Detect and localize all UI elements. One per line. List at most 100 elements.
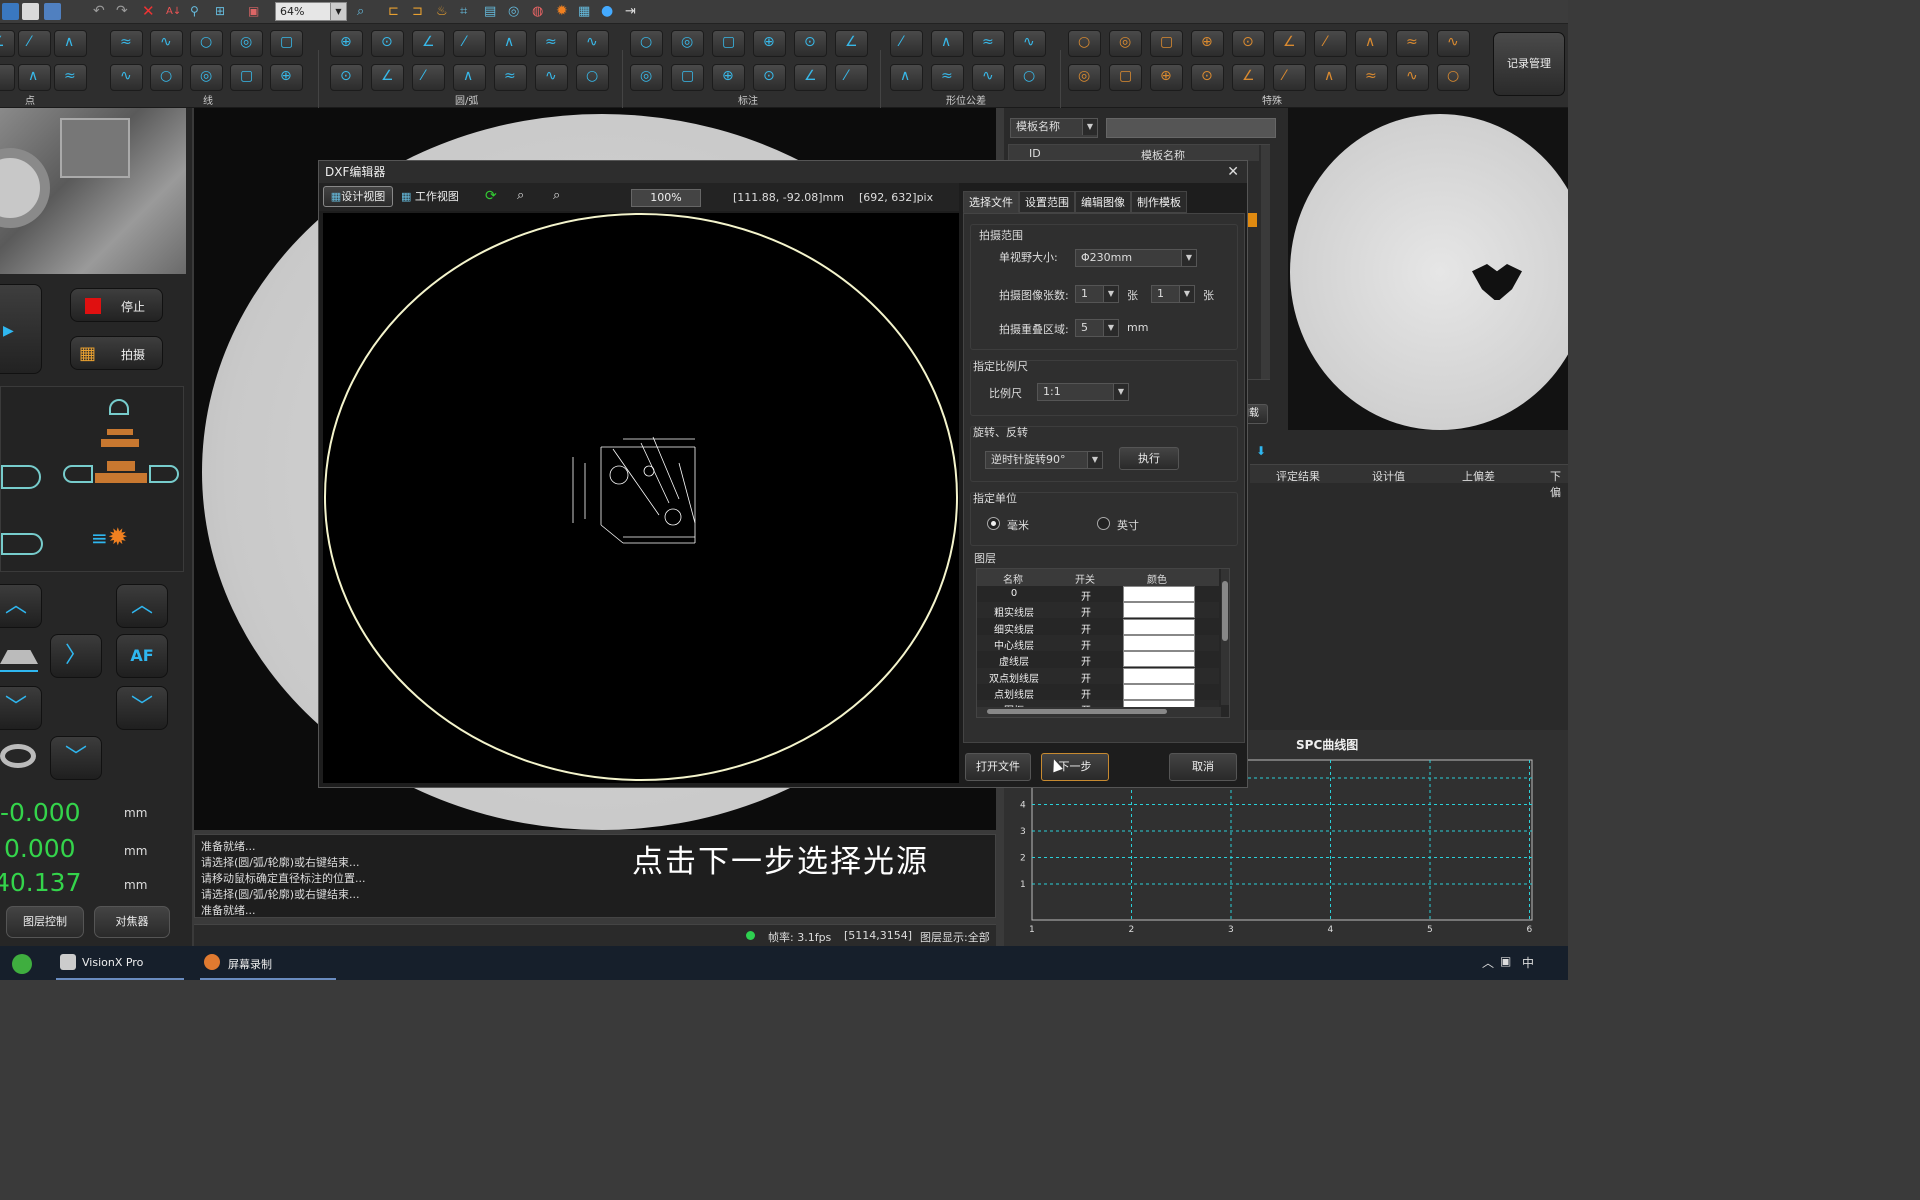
zoom-in-icon[interactable]: ⌕ [517, 188, 524, 203]
up-small-button[interactable]: ︿ [0, 584, 42, 628]
design-view-button[interactable]: ▦设计视图 [323, 186, 393, 207]
ribbon-tool-button[interactable]: ∧ [18, 64, 51, 91]
ribbon-tool-button[interactable]: ⊙ [371, 30, 404, 57]
layer-row[interactable]: 虚线层 开 [977, 651, 1219, 668]
tray-up-icon[interactable]: ︿ [1482, 954, 1494, 971]
zoom-fit-icon[interactable]: ⌕ [357, 3, 374, 20]
ribbon-tool-button[interactable]: ○ [1437, 64, 1470, 91]
fov-select[interactable]: Φ230mm ▼ [1075, 249, 1197, 267]
work-view-button[interactable]: ▦ 工作视图 [401, 188, 459, 207]
unit-inch-radio[interactable] [1097, 517, 1110, 530]
ribbon-tool-button[interactable]: ≈ [931, 64, 964, 91]
rotate-select[interactable]: 逆时针旋转90° ▼ [985, 451, 1103, 469]
ribbon-tool-button[interactable]: ≈ [494, 64, 527, 91]
light-icon[interactable]: ♨ [436, 3, 453, 20]
grid-icon[interactable]: ⊞ [215, 3, 232, 20]
light-settings-icon[interactable]: ≡✹ [91, 523, 141, 559]
focus-button[interactable]: 对焦器 [94, 906, 170, 938]
ribbon-tool-button[interactable]: ≈ [1355, 64, 1388, 91]
layer-color-swatch[interactable] [1123, 667, 1195, 684]
layer-color-swatch[interactable] [1123, 602, 1195, 619]
layer-switch[interactable]: 开 [1051, 588, 1121, 603]
ribbon-tool-button[interactable]: ⁄ [835, 64, 868, 91]
edit-icon[interactable] [22, 3, 39, 20]
overlap-select[interactable]: 5 ▼ [1075, 319, 1119, 337]
settings-icon[interactable]: ✹ [556, 3, 573, 20]
ribbon-tool-button[interactable]: ≈ [972, 30, 1005, 57]
zoom-out-icon[interactable]: ⌕ [553, 188, 560, 203]
autofocus-button[interactable]: AF [116, 634, 168, 678]
ribbon-tool-button[interactable]: ▢ [1150, 30, 1183, 57]
taskbar-app-visionx[interactable]: VisionX Pro [56, 946, 184, 980]
ribbon-tool-button[interactable]: ⁄ [18, 30, 51, 57]
stage-icon[interactable] [0, 644, 40, 680]
tools-icon[interactable]: ▦ [578, 3, 595, 20]
ime-indicator[interactable]: 中 [1522, 954, 1534, 971]
layer-color-swatch[interactable] [1123, 683, 1195, 700]
image-icon[interactable]: ▣ [248, 3, 265, 20]
unit-mm-radio[interactable] [987, 517, 1000, 530]
ribbon-tool-button[interactable]: ◎ [671, 30, 704, 57]
execute-button[interactable]: 执行 [1119, 447, 1179, 470]
layer-row[interactable]: 0开 [977, 586, 1219, 603]
ribbon-tool-button[interactable]: ⊙ [794, 30, 827, 57]
right-button[interactable]: 〉 [50, 634, 102, 678]
ribbon-tool-button[interactable]: ⊙ [753, 64, 786, 91]
stop-button[interactable]: 停止 [70, 288, 163, 322]
record-management-button[interactable]: 记录管理 [1493, 32, 1565, 96]
ribbon-tool-button[interactable]: ∧ [1355, 30, 1388, 57]
earth-icon[interactable]: ● [601, 3, 618, 20]
ribbon-tool-button[interactable]: ∠ [412, 30, 445, 57]
layer-row[interactable]: 双点划线层开 [977, 667, 1219, 685]
layer-row[interactable]: 点划线层 开 [977, 683, 1219, 701]
ribbon-tool-button[interactable]: ○ [630, 30, 663, 57]
layer-row[interactable]: 粗实线层 开 [977, 602, 1219, 619]
ribbon-tool-button[interactable]: ⊕ [712, 64, 745, 91]
layer-switch[interactable]: 开 [1051, 653, 1121, 668]
scale-select[interactable]: 1:1 ▼ [1037, 383, 1129, 401]
ribbon-tool-button[interactable]: ⁄ [1273, 64, 1306, 91]
start-icon[interactable] [12, 954, 32, 974]
ribbon-tool-button[interactable]: ◎ [1109, 30, 1142, 57]
coaxial-light-icon[interactable] [97, 399, 143, 449]
ribbon-tool-button[interactable]: ∠ [371, 64, 404, 91]
zoom-select[interactable]: 64% ▼ [275, 2, 347, 21]
layer-color-swatch[interactable] [1123, 634, 1195, 651]
template-search-input[interactable] [1106, 118, 1276, 138]
capture-region-icon[interactable]: ⌗ [460, 3, 477, 20]
ribbon-tool-button[interactable]: ○ [150, 64, 183, 91]
tab-select-file[interactable]: 选择文件 [963, 191, 1019, 213]
print-icon[interactable] [44, 3, 61, 20]
ribbon-tool-button[interactable]: ∿ [972, 64, 1005, 91]
ribbon-tool-button[interactable]: ∿ [110, 64, 143, 91]
ribbon-tool-button[interactable]: ∧ [890, 64, 923, 91]
template-field-select[interactable]: 模板名称 ▼ [1010, 118, 1098, 138]
ribbon-tool-button[interactable]: ≈ [1396, 30, 1429, 57]
expand-arrow-icon[interactable]: ⬇ [1256, 444, 1266, 458]
cancel-button[interactable]: 取消 [1169, 753, 1237, 781]
ribbon-tool-button[interactable]: ▢ [1109, 64, 1142, 91]
ribbon-tool-button[interactable]: ∿ [535, 64, 568, 91]
ribbon-tool-button[interactable]: ∧ [494, 30, 527, 57]
ribbon-tool-button[interactable]: ⊕ [270, 64, 303, 91]
up-button[interactable]: ︿ [116, 584, 168, 628]
ribbon-tool-button[interactable]: ∧ [453, 64, 486, 91]
ribbon-tool-button[interactable]: ◎ [190, 64, 223, 91]
side-light-icon[interactable] [1, 465, 41, 489]
ribbon-tool-button[interactable]: ◎ [1068, 64, 1101, 91]
ribbon-tool-button[interactable]: ≈ [110, 30, 143, 57]
ribbon-tool-button[interactable]: ○ [576, 64, 609, 91]
layer-row[interactable]: 中心线层 开 [977, 634, 1219, 652]
exit-icon[interactable]: ⇥ [625, 3, 642, 20]
ribbon-tool-button[interactable]: ≈ [535, 30, 568, 57]
ribbon-tool-button[interactable]: ⁄ [412, 64, 445, 91]
ribbon-tool-button[interactable]: ∿ [576, 30, 609, 57]
ribbon-tool-button[interactable]: ∠ [0, 30, 15, 57]
layer-switch[interactable]: 开 [1051, 621, 1121, 636]
distribute-icon[interactable]: ⊐ [412, 3, 429, 20]
save-icon[interactable] [2, 3, 19, 20]
play-button[interactable]: ▶ [0, 284, 42, 374]
photo-icon[interactable]: ▤ [484, 3, 501, 20]
network-icon[interactable]: ▣ [1500, 954, 1511, 968]
ribbon-tool-button[interactable]: ⊕ [1150, 64, 1183, 91]
